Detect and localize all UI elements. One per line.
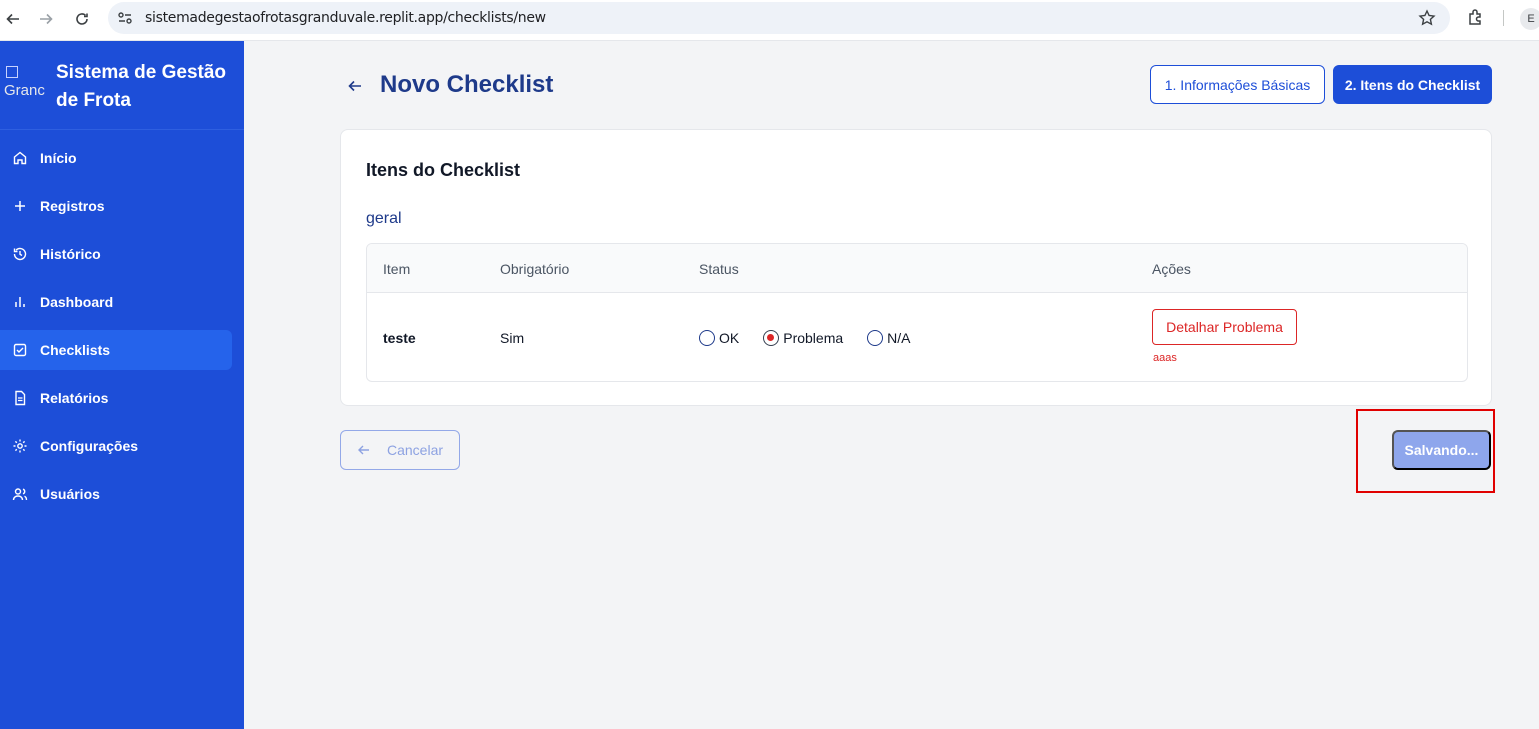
brand-logo-broken-image: Granc (4, 65, 46, 103)
column-header-status: Status (699, 261, 739, 277)
annotation-highlight-box (1356, 409, 1495, 493)
column-header-item: Item (383, 261, 411, 277)
sidebar-item-registros[interactable]: Registros (0, 186, 232, 226)
sidebar-item-checklists[interactable]: Checklists (0, 330, 232, 370)
step-basic-info-button[interactable]: 1. Informações Básicas (1150, 65, 1325, 104)
browser-toolbar: sistemadegestaofrotasgranduvale.replit.a… (0, 0, 1539, 41)
brand-logo-alt: Granc (4, 82, 45, 99)
extensions-icon[interactable] (1466, 7, 1486, 27)
sidebar-item-label: Configurações (40, 438, 139, 454)
gear-icon (12, 438, 28, 454)
checkbox-icon (12, 342, 28, 358)
toolbar-divider (1503, 10, 1504, 26)
main-content: Novo Checklist 1. Informações Básicas 2.… (244, 41, 1539, 729)
column-header-required: Obrigatório (500, 261, 570, 277)
home-icon (12, 150, 28, 166)
bookmark-star-icon[interactable] (1418, 9, 1436, 27)
sidebar-item-label: Checklists (40, 342, 111, 358)
sidebar-item-inicio[interactable]: Início (0, 138, 232, 178)
sidebar-item-usuarios[interactable]: Usuários (0, 474, 232, 514)
item-name: teste (383, 330, 416, 346)
address-bar[interactable]: sistemadegestaofrotasgranduvale.replit.a… (108, 2, 1450, 34)
detail-problem-button[interactable]: Detalhar Problema (1152, 309, 1297, 345)
site-settings-icon[interactable] (117, 10, 133, 26)
radio-label: N/A (887, 330, 911, 346)
status-na-radio[interactable]: N/A (867, 330, 911, 346)
sidebar-item-dashboard[interactable]: Dashboard (0, 282, 232, 322)
sidebar-menu: Início Registros Histórico Dashboard Che… (0, 130, 244, 514)
sidebar-item-configuracoes[interactable]: Configurações (0, 426, 232, 466)
sidebar-item-label: Histórico (40, 246, 101, 262)
table-header: Item Obrigatório Status Ações (367, 244, 1467, 293)
sidebar-item-historico[interactable]: Histórico (0, 234, 232, 274)
sidebar-item-relatorios[interactable]: Relatórios (0, 378, 232, 418)
step-checklist-items-button[interactable]: 2. Itens do Checklist (1333, 65, 1492, 104)
status-ok-radio[interactable]: OK (699, 330, 739, 346)
back-arrow-icon[interactable] (346, 77, 364, 95)
cancel-button[interactable]: Cancelar (340, 430, 460, 470)
reload-icon[interactable] (69, 6, 95, 32)
plus-icon (12, 198, 28, 214)
problem-note: aaas (1153, 352, 1177, 364)
url-text[interactable]: sistemadegestaofrotasgranduvale.replit.a… (145, 10, 546, 26)
sidebar-brand: Granc Sistema de Gestão de Frota (0, 41, 244, 130)
sidebar-item-label: Relatórios (40, 390, 109, 406)
page-title: Novo Checklist (380, 71, 554, 98)
bar-chart-icon (12, 294, 28, 310)
sidebar-item-label: Dashboard (40, 294, 114, 310)
sidebar-item-label: Usuários (40, 486, 100, 502)
status-radio-group: OK Problema N/A (699, 330, 935, 346)
radio-label: OK (719, 330, 740, 346)
users-icon (12, 486, 28, 502)
column-header-actions: Ações (1152, 261, 1191, 277)
category-heading: geral (366, 210, 402, 227)
sidebar-item-label: Registros (40, 198, 105, 214)
status-problema-radio[interactable]: Problema (763, 330, 843, 346)
radio-checked-icon[interactable] (763, 330, 780, 346)
forward-icon[interactable] (33, 6, 59, 32)
sidebar-item-label: Início (40, 150, 77, 166)
history-icon (12, 246, 28, 262)
file-text-icon (12, 390, 28, 406)
radio-unchecked-icon[interactable] (699, 330, 715, 346)
broken-image-icon (6, 66, 18, 78)
radio-label: Problema (783, 330, 844, 346)
checklist-table: Item Obrigatório Status Ações teste Sim … (366, 243, 1468, 382)
cancel-label: Cancelar (386, 442, 444, 458)
profile-avatar[interactable]: E (1520, 8, 1539, 30)
back-icon[interactable] (0, 6, 26, 32)
brand-title: Sistema de Gestão de Frota (56, 62, 227, 111)
sidebar: Granc Sistema de Gestão de Frota Início … (0, 41, 244, 729)
item-required: Sim (500, 330, 525, 346)
checklist-items-card: Itens do Checklist geral Item Obrigatóri… (340, 129, 1492, 406)
card-title: Itens do Checklist (366, 160, 521, 180)
radio-unchecked-icon[interactable] (867, 330, 884, 346)
arrow-left-icon (357, 443, 371, 457)
